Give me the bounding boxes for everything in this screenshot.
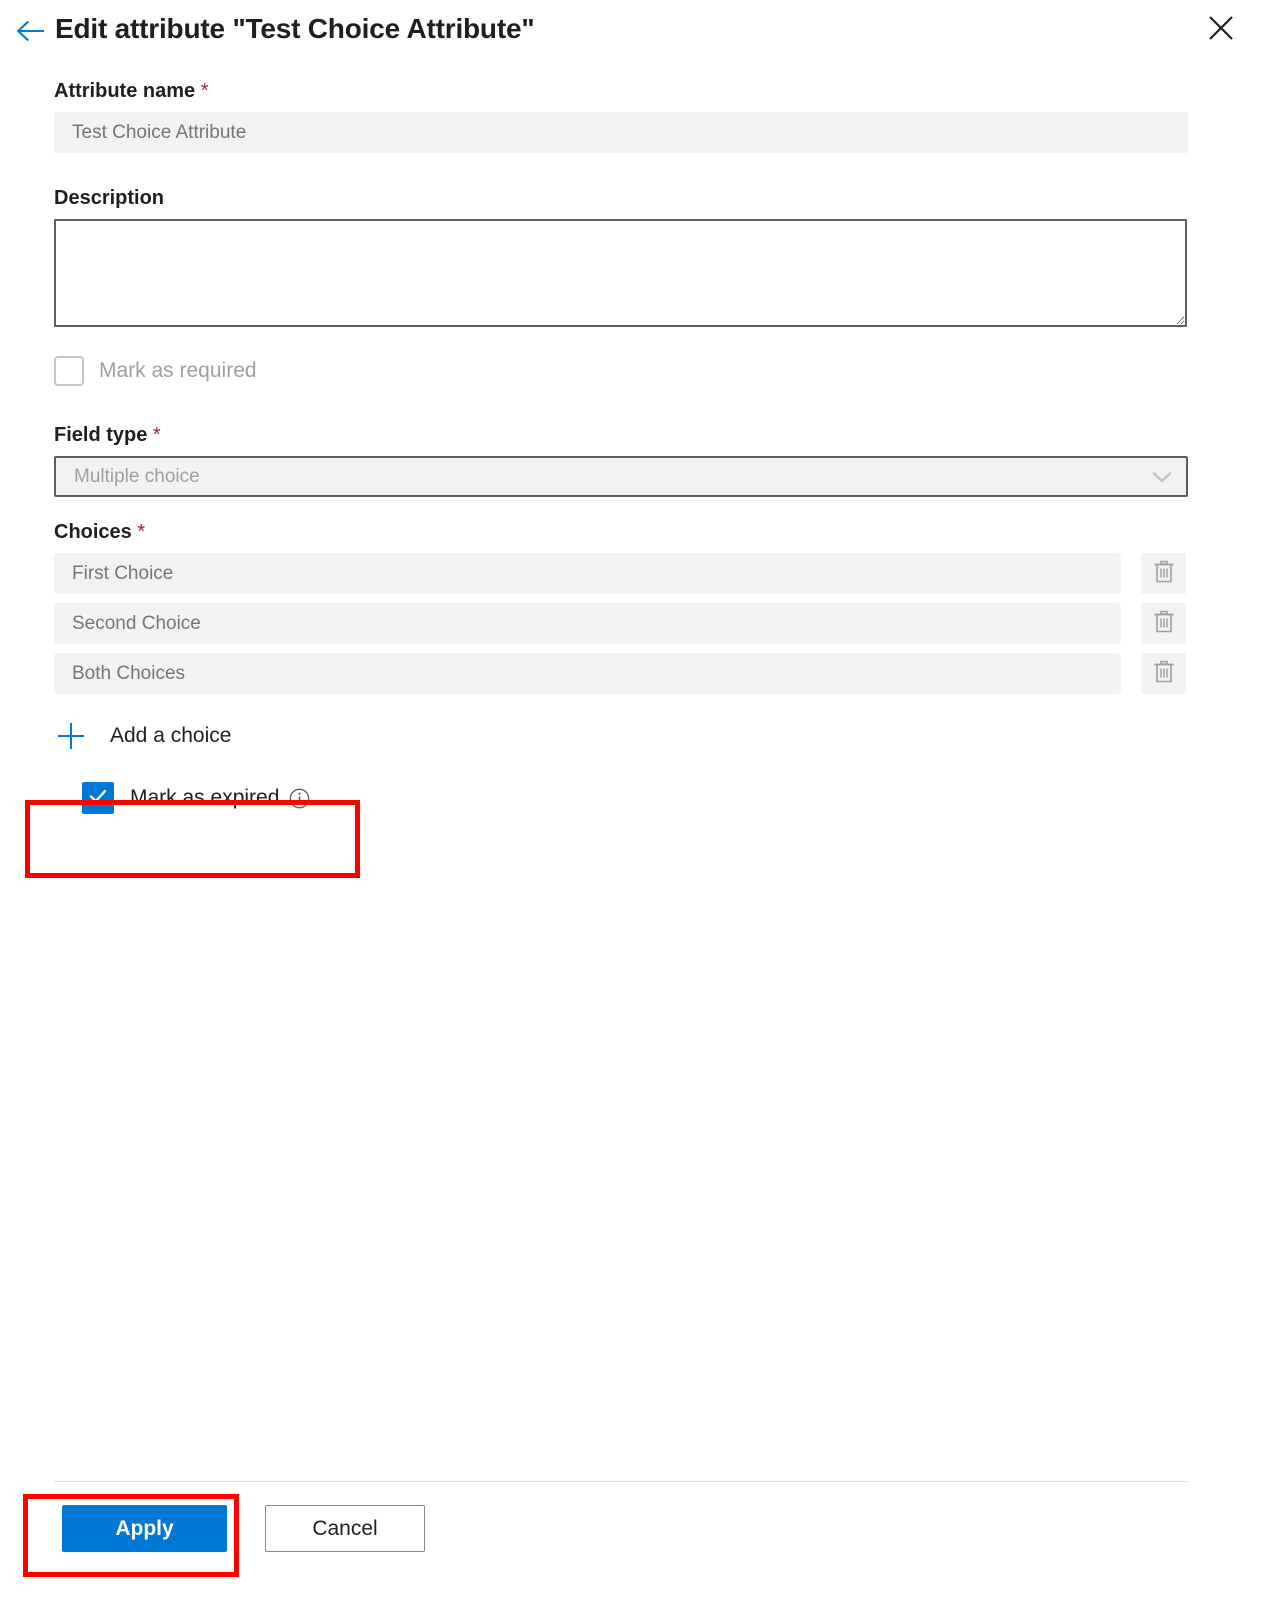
- choices-label: Choices *: [54, 519, 1188, 545]
- field-type-selected-value: Multiple choice: [74, 466, 200, 487]
- description-textarea[interactable]: [54, 219, 1187, 327]
- apply-button[interactable]: Apply: [62, 1505, 227, 1552]
- required-marker: *: [200, 80, 209, 102]
- mark-as-required-checkbox: [54, 356, 84, 386]
- mark-as-required-row: Mark as required: [54, 353, 1188, 389]
- trash-icon: [1152, 609, 1176, 638]
- field-type-dropdown[interactable]: Multiple choice: [54, 456, 1188, 497]
- mark-as-expired-checkbox[interactable]: [82, 782, 114, 814]
- info-icon[interactable]: [289, 788, 310, 809]
- checkmark-icon: [87, 785, 109, 812]
- cancel-button[interactable]: Cancel: [265, 1505, 425, 1552]
- choice-row: [54, 653, 1188, 694]
- chevron-down-icon: [1150, 465, 1174, 489]
- footer-divider: [54, 1481, 1188, 1482]
- trash-icon: [1152, 559, 1176, 588]
- description-label: Description: [54, 185, 1188, 211]
- footer-actions: Apply Cancel: [62, 1505, 425, 1552]
- mark-as-expired-section: Mark as expired: [54, 770, 1188, 826]
- required-marker: *: [137, 521, 146, 543]
- panel-header: Edit attribute "Test Choice Attribute": [0, 0, 1282, 62]
- delete-choice-button-3[interactable]: [1141, 653, 1186, 694]
- attribute-name-label: Attribute name *: [54, 78, 1188, 104]
- delete-choice-button-2[interactable]: [1141, 603, 1186, 644]
- description-label-text: Description: [54, 187, 165, 209]
- field-type-label-text: Field type: [54, 424, 148, 446]
- choice-input-1[interactable]: [54, 553, 1121, 594]
- choice-row: [54, 603, 1188, 644]
- attribute-form: Attribute name * Description Mark as req…: [54, 78, 1188, 826]
- add-choice-button[interactable]: Add a choice: [54, 716, 284, 756]
- delete-choice-button-1[interactable]: [1141, 553, 1186, 594]
- choices-label-text: Choices: [54, 521, 132, 543]
- attribute-name-input[interactable]: [54, 112, 1188, 153]
- close-icon[interactable]: [1204, 11, 1238, 45]
- back-arrow-icon[interactable]: [12, 13, 48, 49]
- edit-attribute-panel: Edit attribute "Test Choice Attribute" A…: [0, 0, 1282, 1615]
- required-marker: *: [152, 424, 161, 446]
- add-choice-label: Add a choice: [110, 724, 232, 747]
- choice-input-2[interactable]: [54, 603, 1121, 644]
- choice-input-3[interactable]: [54, 653, 1121, 694]
- mark-as-expired-row[interactable]: Mark as expired: [54, 770, 1188, 818]
- mark-as-expired-label: Mark as expired: [130, 786, 280, 809]
- attribute-name-label-text: Attribute name: [54, 80, 196, 102]
- trash-icon: [1152, 659, 1176, 688]
- page-title: Edit attribute "Test Choice Attribute": [55, 13, 535, 44]
- choice-row: [54, 553, 1188, 594]
- mark-as-required-label: Mark as required: [99, 359, 257, 382]
- plus-icon: [54, 719, 88, 753]
- field-type-label: Field type *: [54, 422, 1188, 448]
